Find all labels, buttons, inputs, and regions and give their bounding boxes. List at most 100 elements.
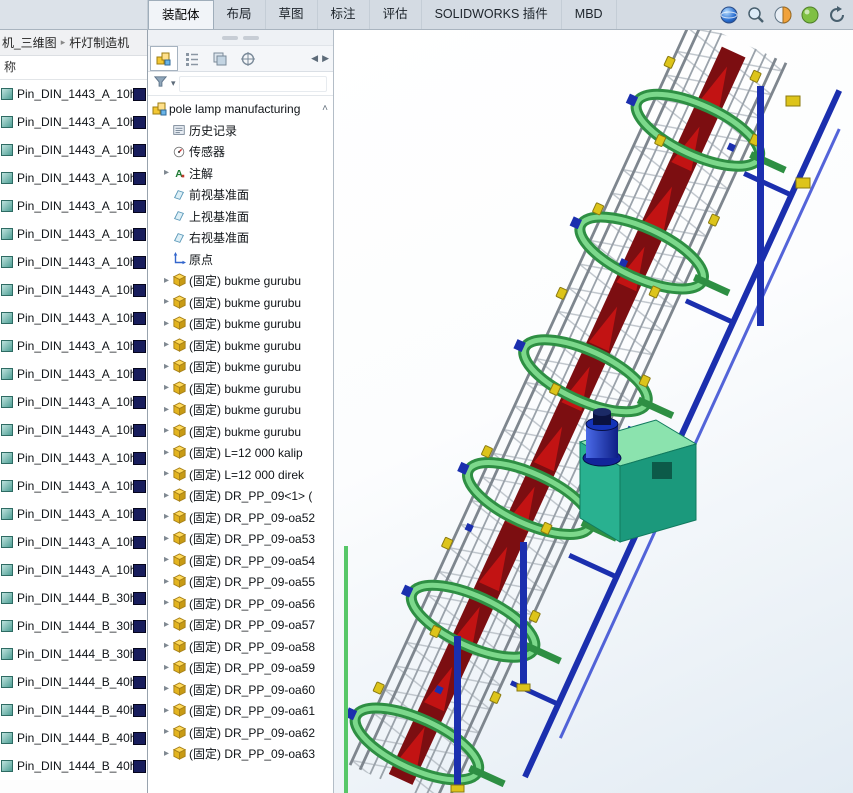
expand-arrow-icon[interactable]: ▸ [161,512,172,522]
expand-arrow-icon[interactable]: ▸ [161,705,172,716]
expand-arrow-icon[interactable]: ▸ [161,426,172,436]
expand-arrow-icon[interactable]: ▸ [161,555,172,565]
expand-arrow-icon[interactable]: ▸ [161,297,172,307]
tree-item-history[interactable]: 历史记录 [148,120,333,142]
list-item[interactable]: Pin_DIN_1444_B_30h11x1 [0,612,147,640]
section-view-icon[interactable] [773,5,793,25]
tree-item-component[interactable]: ▸ (固定) bukme gurubu [148,356,333,378]
list-item[interactable]: Pin_DIN_1443_A_10h11x2 [0,304,147,332]
ribbon-tab-addins[interactable]: SOLIDWORKS 插件 [422,0,562,29]
list-item[interactable]: Pin_DIN_1443_A_10h11x2 [0,360,147,388]
zoom-to-area-icon[interactable] [746,5,766,25]
tree-root-assembly[interactable]: pole lamp manufacturing ˄ [148,98,333,120]
expand-arrow-icon[interactable]: ▸ [161,340,172,350]
ribbon-tab-assembly[interactable]: 装配体 [148,0,214,29]
expand-arrow-icon[interactable]: ▸ [161,727,172,737]
expand-arrow-icon[interactable]: ▸ [161,748,172,759]
list-item[interactable]: Pin_DIN_1443_A_10h11x1 [0,248,147,276]
tree-item-component[interactable]: ▸ (固定) DR_PP_09-oa57 [148,614,333,636]
rotate-view-icon[interactable] [827,5,847,25]
list-item[interactable]: Pin_DIN_1443_A_10h11x2 [0,500,147,528]
tree-item-component[interactable]: ▸ (固定) bukme gurubu [148,421,333,443]
list-item[interactable]: Pin_DIN_1444_B_40h11x9 [0,724,147,752]
configuration-manager-tab[interactable] [206,46,234,71]
tree-item-component[interactable]: ▸ (固定) DR_PP_09<1> ( [148,485,333,507]
breadcrumb-item[interactable]: 机_三维图 [2,34,57,51]
expand-arrow-icon[interactable]: ▸ [161,533,172,544]
list-item[interactable]: Pin_DIN_1443_A_10h11x2 [0,164,147,192]
expand-arrow-icon[interactable]: ▸ [161,684,172,694]
tree-item-component[interactable]: ▸ (固定) DR_PP_09-oa60 [148,679,333,701]
expand-arrow-icon[interactable]: ▸ [161,576,172,587]
scroll-right-icon[interactable]: ▶ [322,53,329,64]
list-item[interactable]: Pin_DIN_1444_B_40h11x9 [0,696,147,724]
breadcrumb-item[interactable]: 杆灯制造机 [69,34,129,51]
collapse-pane-icon[interactable]: ˄ [322,103,328,114]
tree-item-component[interactable]: ▸ (固定) bukme gurubu [148,270,333,292]
list-item[interactable]: Pin_DIN_1443_A_10h11x2 [0,136,147,164]
expand-arrow-icon[interactable]: ▸ [161,490,172,501]
tree-item-component[interactable]: ▸ (固定) DR_PP_09-oa56 [148,593,333,615]
list-item[interactable]: Pin_DIN_1443_A_10h11x2 [0,388,147,416]
tree-item-component[interactable]: ▸ (固定) DR_PP_09-oa54 [148,550,333,572]
tree-item-component[interactable]: ▸ (固定) DR_PP_09-oa62 [148,722,333,744]
list-item[interactable]: Pin_DIN_1443_A_10h11x2 [0,192,147,220]
list-item[interactable]: Pin_DIN_1443_A_10h11x2 [0,416,147,444]
tree-item-component[interactable]: ▸ (固定) L=12 000 kalip [148,442,333,464]
tree-item-component[interactable]: ▸ (固定) L=12 000 direk [148,464,333,486]
expand-arrow-icon[interactable]: ▸ [161,404,172,415]
graphics-viewport[interactable] [334,30,853,793]
list-item[interactable]: Pin_DIN_1443_A_10h11x1 [0,444,147,472]
tree-item-component[interactable]: ▸ (固定) DR_PP_09-oa52 [148,507,333,529]
tree-item-front-plane[interactable]: 前视基准面 [148,184,333,206]
list-item[interactable]: Pin_DIN_1443_A_10h11x2 [0,220,147,248]
ribbon-tab-sketch[interactable]: 草图 [266,0,318,29]
tree-item-component[interactable]: ▸ (固定) bukme gurubu [148,292,333,314]
list-item[interactable]: Pin_DIN_1443_A_10h11x2 [0,528,147,556]
list-item[interactable]: Pin_DIN_1443_A_10h11x2 [0,472,147,500]
tree-item-top-plane[interactable]: 上视基准面 [148,206,333,228]
ribbon-tab-evaluate[interactable]: 评估 [370,0,422,29]
list-item[interactable]: Pin_DIN_1444_B_40h11x9 [0,752,147,780]
ribbon-tab-mbd[interactable]: MBD [562,0,617,29]
tree-item-origin[interactable]: 原点 [148,249,333,271]
expand-arrow-icon[interactable]: ▸ [161,275,172,286]
expand-arrow-icon[interactable]: ▸ [161,469,172,479]
list-item[interactable]: Pin_DIN_1444_B_40h11x9 [0,668,147,696]
expand-arrow-icon[interactable]: ▸ [161,447,172,458]
list-item[interactable]: Pin_DIN_1443_A_10h11x2 [0,276,147,304]
list-item[interactable]: Pin_DIN_1443_A_10h11x2 [0,556,147,584]
expand-arrow-icon[interactable]: ▸ [161,662,172,673]
ribbon-tab-layout[interactable]: 布局 [214,0,266,29]
scroll-left-icon[interactable]: ◀ [311,53,318,64]
tree-item-component[interactable]: ▸ (固定) bukme gurubu [148,399,333,421]
tree-item-component[interactable]: ▸ (固定) DR_PP_09-oa53 [148,528,333,550]
list-item[interactable]: Pin_DIN_1443_A_10h11x2 [0,108,147,136]
list-item[interactable]: Pin_DIN_1444_B_30h11x6 [0,584,147,612]
appearance-icon[interactable] [800,5,820,25]
tree-item-sensors[interactable]: 传感器 [148,141,333,163]
expand-arrow-icon[interactable]: ▸ [161,383,172,393]
tree-item-right-plane[interactable]: 右视基准面 [148,227,333,249]
filter-funnel-icon[interactable] [153,74,168,94]
ribbon-tab-annotate[interactable]: 标注 [318,0,370,29]
property-manager-tab[interactable] [178,46,206,71]
tree-item-component[interactable]: ▸ (固定) DR_PP_09-oa55 [148,571,333,593]
tree-item-component[interactable]: ▸ (固定) bukme gurubu [148,335,333,357]
tree-item-component[interactable]: ▸ (固定) DR_PP_09-oa63 [148,743,333,765]
expand-arrow-icon[interactable]: ▸ [161,619,172,630]
tree-item-component[interactable]: ▸ (固定) DR_PP_09-oa61 [148,700,333,722]
view-orientation-icon[interactable] [719,5,739,25]
dimxpert-tab[interactable] [234,46,262,71]
expand-arrow-icon[interactable]: ▸ [161,641,172,651]
expand-arrow-icon[interactable]: ▸ [161,318,172,329]
list-item[interactable]: Pin_DIN_1443_A_10h11x2 [0,332,147,360]
name-column-header[interactable]: 称 [0,56,147,80]
expand-arrow-icon[interactable]: ▸ [161,168,172,178]
tree-item-component[interactable]: ▸ (固定) DR_PP_09-oa58 [148,636,333,658]
expand-arrow-icon[interactable]: ▸ [161,361,172,372]
tree-item-component[interactable]: ▸ (固定) bukme gurubu [148,313,333,335]
panel-grip[interactable] [148,30,333,46]
feature-manager-tab[interactable] [150,46,178,71]
tree-item-component[interactable]: ▸ (固定) DR_PP_09-oa59 [148,657,333,679]
